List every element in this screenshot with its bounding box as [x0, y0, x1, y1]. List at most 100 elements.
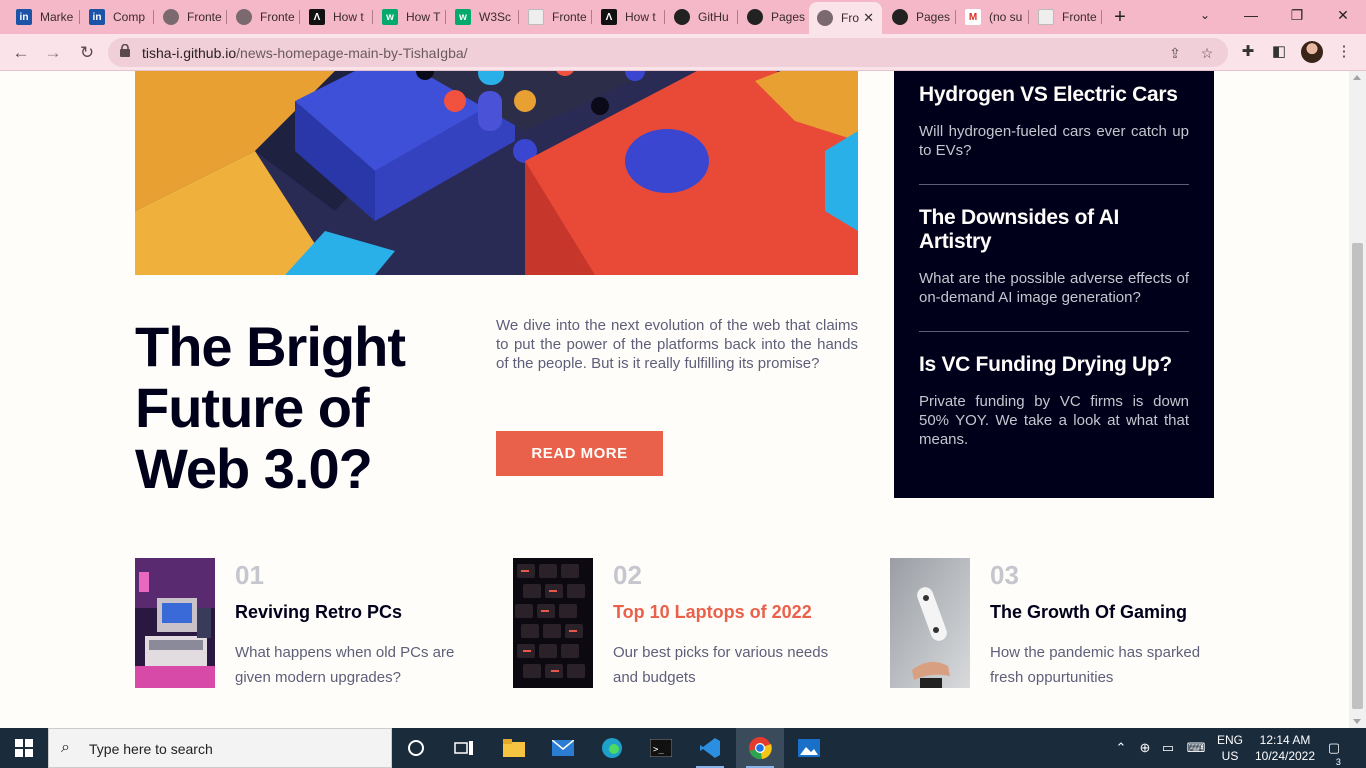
new-tab-button[interactable]: +	[1110, 4, 1130, 30]
card-description: Our best picks for various needs and bud…	[613, 644, 829, 686]
laptops-image	[513, 558, 593, 688]
side-panel-icon[interactable]: ◧	[1269, 42, 1289, 62]
windows-taskbar: ⌕ Type here to search >_ ⌃ ⊕ ▭ ⌨ ENG US 1…	[0, 728, 1366, 768]
article-card: 02 Top 10 Laptops of 2022 Our best picks…	[513, 558, 853, 688]
browser-tab[interactable]: M (no su	[957, 4, 1029, 30]
hero-title: The Bright Future of Web 3.0?	[135, 315, 406, 500]
task-view-icon[interactable]	[440, 728, 488, 768]
bookmark-star-icon[interactable]: ☆	[1198, 44, 1216, 62]
close-window-button[interactable]: ✕	[1320, 0, 1366, 30]
photos-icon[interactable]	[785, 728, 833, 768]
vscode-icon[interactable]	[686, 728, 734, 768]
scroll-down-icon[interactable]	[1353, 719, 1361, 724]
browser-tab[interactable]: Pages	[884, 4, 956, 30]
battery-icon[interactable]: ▭	[1158, 728, 1178, 768]
show-hidden-icons[interactable]: ⌃	[1112, 728, 1130, 768]
card-description: What happens when old PCs are given mode…	[235, 644, 455, 686]
invision-icon: in	[16, 9, 32, 25]
file-explorer-icon[interactable]	[490, 728, 538, 768]
browser-toolbar: ← → ↻ tisha-i.github.io/news-homepage-ma…	[0, 34, 1366, 71]
card-number: 02	[613, 560, 642, 590]
hero-image	[135, 71, 858, 275]
browser-tab[interactable]: Fronte	[1030, 4, 1102, 30]
new-article-item[interactable]: The Downsides of AI Artistry What are th…	[919, 206, 1189, 307]
globe-icon	[163, 9, 179, 25]
menu-icon[interactable]: ⋮	[1334, 42, 1354, 62]
github-icon	[674, 9, 690, 25]
browser-tab-active[interactable]: Fro ✕	[809, 2, 882, 34]
new-article-desc: Will hydrogen-fueled cars ever catch up …	[919, 123, 1189, 159]
hero-illustration	[135, 71, 858, 275]
browser-tab-strip: in Marke in Comp Fronte Fronte Λ How t w…	[0, 0, 1366, 34]
chrome-icon[interactable]	[736, 728, 784, 768]
restore-button[interactable]: ❐	[1274, 0, 1320, 30]
close-tab-icon[interactable]: ✕	[863, 10, 874, 26]
new-article-title[interactable]: Hydrogen VS Electric Cars	[919, 83, 1189, 107]
taskbar-search-input[interactable]: ⌕ Type here to search	[48, 728, 392, 768]
new-article-title[interactable]: The Downsides of AI Artistry	[919, 206, 1189, 254]
article-card: 01 Reviving Retro PCs What happens when …	[135, 558, 475, 688]
notifications-icon[interactable]: ▢ 3	[1322, 728, 1346, 768]
divider	[919, 184, 1189, 185]
address-bar[interactable]: tisha-i.github.io/news-homepage-main-by-…	[108, 38, 1228, 67]
gaming-image	[890, 558, 970, 688]
lock-icon	[120, 44, 130, 57]
browser-tab[interactable]: GitHu	[666, 4, 738, 30]
card-title[interactable]: Reviving Retro PCs	[235, 602, 402, 623]
reload-button[interactable]: ↻	[74, 40, 100, 66]
new-article-item[interactable]: Is VC Funding Drying Up? Private funding…	[919, 353, 1189, 449]
new-article-item[interactable]: Hydrogen VS Electric Cars Will hydrogen-…	[919, 83, 1189, 160]
browser-tab[interactable]: Λ How t	[593, 4, 665, 30]
read-more-button[interactable]: READ MORE	[496, 431, 663, 476]
keyboard-icon[interactable]: ⌨	[1184, 728, 1208, 768]
w3schools-icon: w	[382, 9, 398, 25]
new-article-desc: What are the possible adverse effects of…	[919, 270, 1189, 306]
new-articles-panel: Hydrogen VS Electric Cars Will hydrogen-…	[894, 71, 1214, 498]
scrollbar-thumb[interactable]	[1352, 243, 1363, 709]
forward-button[interactable]: →	[40, 40, 66, 66]
profile-avatar[interactable]	[1301, 41, 1323, 63]
search-icon: ⌕	[61, 739, 70, 756]
share-icon[interactable]: ⇪	[1166, 44, 1184, 62]
browser-tab[interactable]: Pages	[739, 4, 811, 30]
browser-tab[interactable]: Λ How t	[301, 4, 373, 30]
scroll-up-icon[interactable]	[1353, 75, 1361, 80]
extensions-icon[interactable]: ✚	[1238, 42, 1258, 62]
hero-description: We dive into the next evolution of the w…	[496, 317, 858, 372]
browser-tab[interactable]: w How T	[374, 4, 446, 30]
network-icon[interactable]: ⊕	[1136, 728, 1154, 768]
github-icon	[892, 9, 908, 25]
article-card: 03 The Growth Of Gaming How the pandemic…	[890, 558, 1230, 688]
mail-icon[interactable]	[539, 728, 587, 768]
browser-tab[interactable]: Fronte	[155, 4, 227, 30]
back-button[interactable]: ←	[8, 40, 34, 66]
browser-tab[interactable]: in Comp	[81, 4, 154, 30]
language-indicator[interactable]: ENG US	[1212, 732, 1248, 764]
minimize-button[interactable]: —	[1228, 0, 1274, 30]
globe-icon	[236, 9, 252, 25]
divider	[919, 331, 1189, 332]
browser-tab[interactable]: in Marke	[8, 4, 80, 30]
edge-icon[interactable]	[588, 728, 636, 768]
new-article-desc: Private funding by VC firms is down 50% …	[919, 393, 1189, 448]
retro-pcs-image	[135, 558, 215, 688]
browser-tab[interactable]: Fronte	[228, 4, 300, 30]
invision-icon: in	[89, 9, 105, 25]
codecademy-icon: Λ	[601, 9, 617, 25]
browser-tab[interactable]: Fronte	[520, 4, 592, 30]
card-number: 03	[990, 560, 1019, 590]
card-title[interactable]: Top 10 Laptops of 2022	[613, 602, 812, 623]
page-viewport: The Bright Future of Web 3.0? We dive in…	[0, 71, 1349, 728]
cortana-icon[interactable]	[392, 728, 440, 768]
globe-icon	[817, 10, 833, 26]
tab-search-icon[interactable]: ⌄	[1182, 0, 1228, 30]
codecademy-icon: Λ	[309, 9, 325, 25]
new-article-title[interactable]: Is VC Funding Drying Up?	[919, 353, 1189, 377]
start-button[interactable]	[0, 728, 48, 768]
page-scrollbar[interactable]	[1349, 71, 1366, 728]
browser-tab[interactable]: w W3Sc	[447, 4, 519, 30]
system-clock[interactable]: 12:14 AM 10/24/2022	[1250, 732, 1320, 764]
card-number: 01	[235, 560, 264, 590]
terminal-icon[interactable]: >_	[637, 728, 685, 768]
card-title[interactable]: The Growth Of Gaming	[990, 602, 1187, 623]
